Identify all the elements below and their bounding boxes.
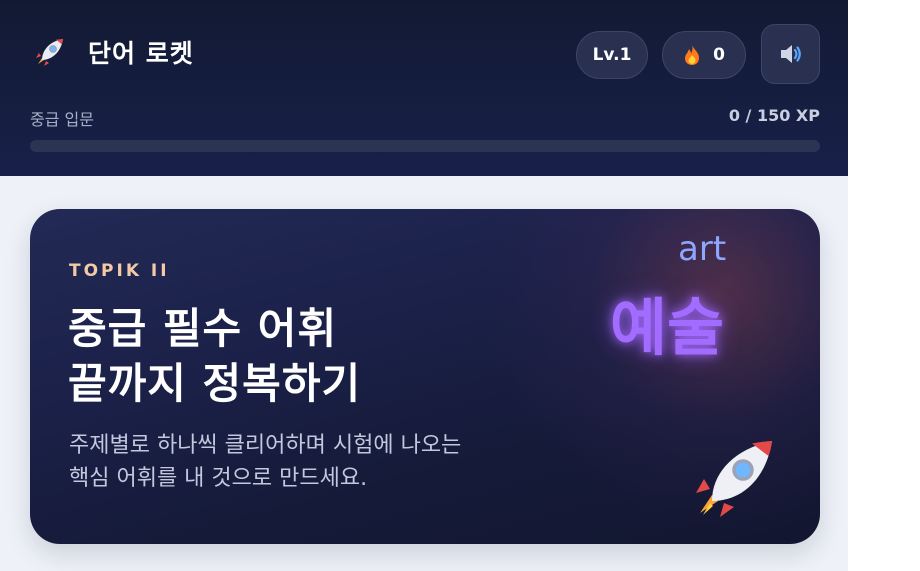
rocket-icon (696, 441, 772, 517)
sound-toggle-button[interactable] (761, 24, 820, 84)
hero-card[interactable]: TOPIK II 중급 필수 어휘 끝까지 정복하기 주제별로 하나씩 클리어하… (30, 209, 820, 544)
app-title: 단어 로켓 (88, 39, 194, 68)
streak-count: 0 (713, 45, 725, 65)
featured-word-korean: 예술 (610, 291, 725, 364)
hero-headline: 중급 필수 어휘 끝까지 정복하기 (68, 301, 361, 411)
fire-icon (685, 45, 700, 65)
streak-badge[interactable]: 0 (662, 31, 746, 79)
rocket-icon (36, 39, 63, 66)
hero-headline-line2: 끝까지 정복하기 (68, 359, 362, 408)
speaker-icon (780, 45, 801, 63)
hero-subtext-line2: 핵심 어휘를 내 것으로 만드세요. (69, 466, 368, 491)
xp-stage-label: 중급 입문 (30, 110, 94, 129)
level-label: Lv.1 (592, 45, 632, 65)
top-header: 단어 로켓 Lv.1 0 중급 입문 0 / 150 XP (0, 0, 848, 176)
level-badge[interactable]: Lv.1 (576, 31, 648, 79)
brand[interactable]: 단어 로켓 (32, 34, 194, 70)
hero-subtext-line1: 주제별로 하나씩 클리어하며 시험에 나오는 (69, 433, 462, 458)
hero-headline-line1: 중급 필수 어휘 (68, 304, 338, 353)
xp-progress-bar (30, 140, 820, 152)
xp-value-label: 0 / 150 XP (728, 106, 820, 125)
hero-subtext: 주제별로 하나씩 클리어하며 시험에 나오는 핵심 어휘를 내 것으로 만드세요… (69, 429, 461, 495)
hero-eyebrow: TOPIK II (69, 261, 170, 281)
featured-word-english: art (678, 229, 727, 269)
app-root: 단어 로켓 Lv.1 0 중급 입문 0 / 150 XP TOPIK II 중… (0, 0, 848, 571)
